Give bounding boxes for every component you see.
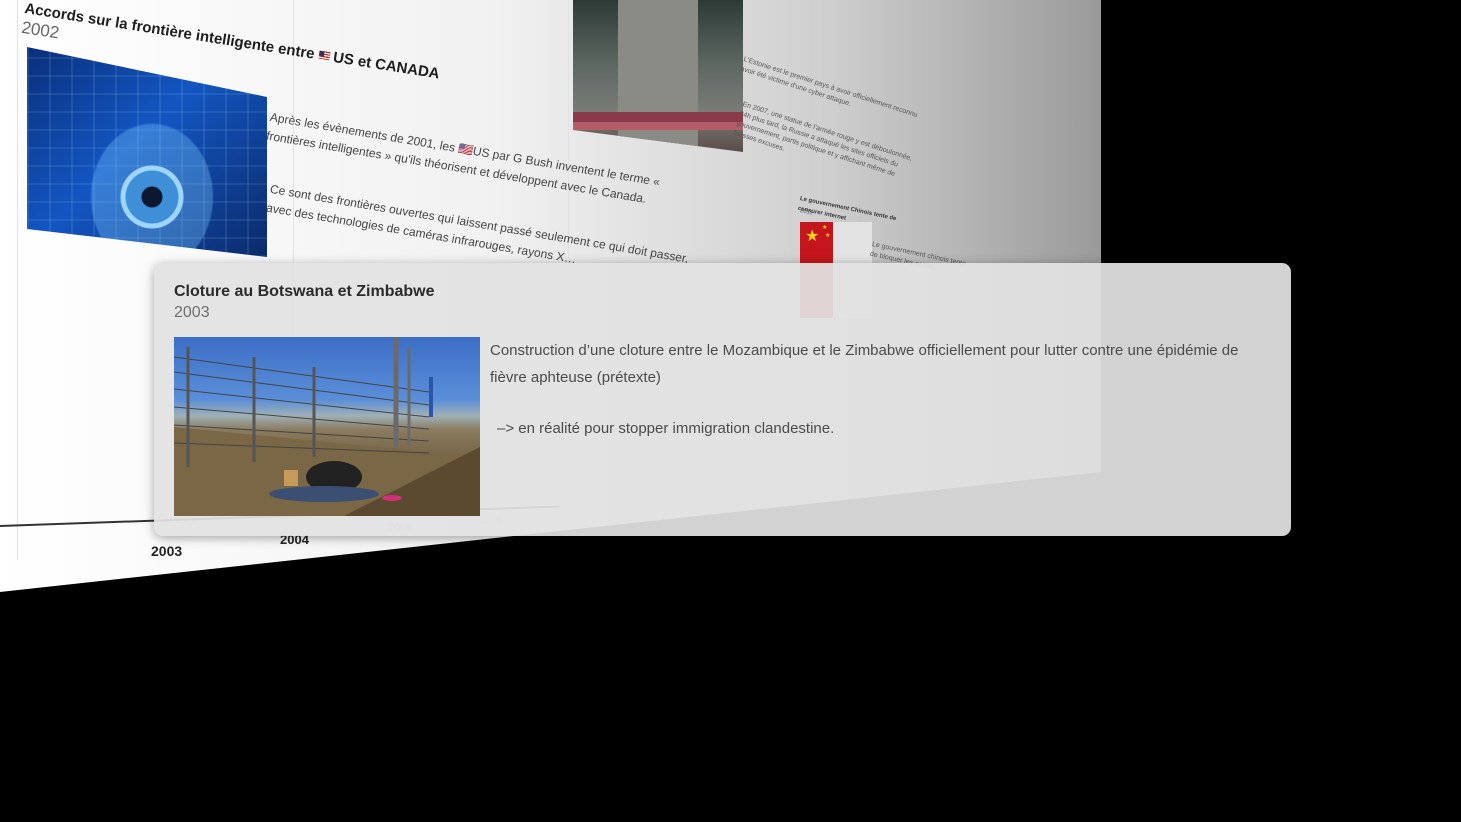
- star-icon: ★: [825, 233, 831, 239]
- column-divider: [17, 0, 18, 560]
- card-year: 2011: [799, 207, 814, 217]
- border-fence-photo: [174, 337, 480, 516]
- event-title: Cloture au Botswana et Zimbabwe: [174, 283, 435, 300]
- cyber-eye-image: [27, 47, 267, 257]
- us-flag-icon: [318, 50, 331, 61]
- star-icon: ★: [805, 228, 820, 245]
- event-description: Construction d’une cloture entre le Moza…: [490, 342, 1239, 386]
- event-note: –> en réalité pour stopper immigration c…: [497, 420, 835, 437]
- featured-event-card[interactable]: Cloture au Botswana et Zimbabwe 2003 Con…: [154, 263, 1291, 536]
- star-icon: ★: [822, 225, 828, 231]
- axis-label-2003[interactable]: 2003: [151, 543, 182, 559]
- memorial-statue-image: [573, 0, 743, 152]
- event-year: 2003: [174, 304, 210, 321]
